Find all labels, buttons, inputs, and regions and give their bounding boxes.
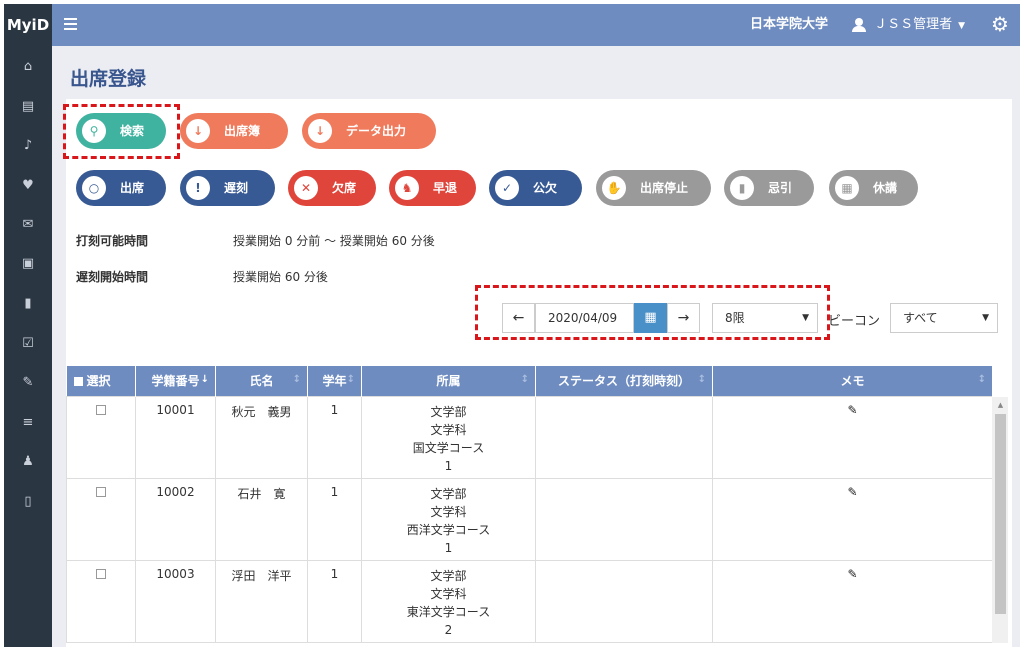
select-all-checkbox[interactable] <box>73 377 83 387</box>
header-affiliation[interactable]: 所属 ↕ <box>361 366 536 396</box>
database-icon[interactable]: ≡ <box>21 416 35 430</box>
cloud-download-icon: ↓ <box>186 119 210 143</box>
header-memo[interactable]: メモ ↕ <box>712 366 993 396</box>
header-year[interactable]: 学年 ↕ <box>307 366 362 396</box>
sidebar: ⌂ ▤ ♪ ♥ ✉ ▣ ▮ ☑ ✎ ≡ ♟ ▯ <box>4 46 52 647</box>
envelope-icon[interactable]: ✉ <box>21 218 35 232</box>
calendar-x-icon: ▦ <box>835 176 859 200</box>
heartbeat-icon[interactable]: ♥ <box>21 179 35 193</box>
student-year: 1 <box>307 559 362 643</box>
pencil-icon[interactable]: ✎ <box>847 404 859 416</box>
student-name: 秋元 義男 <box>215 395 308 479</box>
student-id: 10002 <box>135 477 216 561</box>
header-status[interactable]: ステータス（打刻時刻） ↕ <box>535 366 713 396</box>
mobile-icon[interactable]: ▯ <box>21 495 35 509</box>
stamp-time-label: 打刻可能時間 <box>76 234 149 248</box>
caret-down-icon: ▼ <box>982 313 989 323</box>
scroll-up-icon[interactable]: ▲ <box>995 400 1006 410</box>
user-icon <box>852 17 867 32</box>
highlight-date-period <box>475 285 830 340</box>
attendance-book-button[interactable]: ↓ 出席簿 <box>180 113 288 149</box>
sort-icon: ↕ <box>520 374 529 385</box>
present-button[interactable]: ○ 出席 <box>76 170 166 206</box>
early-leave-button[interactable]: ♞ 早退 <box>389 170 476 206</box>
stamp-time-value: 授業開始 0 分前 ～ 授業開始 60 分後 <box>233 234 435 248</box>
student-year: 1 <box>307 477 362 561</box>
cancelled-button[interactable]: ▦ 休講 <box>829 170 918 206</box>
pencil-icon[interactable]: ✎ <box>21 376 35 390</box>
gear-icon[interactable]: ⚙ <box>990 14 1010 34</box>
student-status <box>535 559 713 643</box>
running-icon: ♞ <box>395 176 419 200</box>
book-icon[interactable]: ▮ <box>21 297 35 311</box>
sort-icon: ↕ <box>977 374 986 385</box>
close-icon: ✕ <box>294 176 318 200</box>
late-button[interactable]: ! 遅刻 <box>180 170 275 206</box>
student-id: 10003 <box>135 559 216 643</box>
tombstone-icon: ▮ <box>730 176 754 200</box>
row-checkbox[interactable] <box>96 404 106 415</box>
page-title: 出席登録 <box>70 68 147 90</box>
student-status <box>535 477 713 561</box>
train-icon[interactable]: ▣ <box>21 257 35 271</box>
highlight-search <box>63 104 180 159</box>
row-checkbox[interactable] <box>96 486 106 497</box>
official-absence-button[interactable]: ✓ 公欠 <box>489 170 582 206</box>
cloud-download-icon: ↓ <box>308 119 332 143</box>
caret-down-icon: ▼ <box>958 21 965 31</box>
late-start-label: 遅刻開始時間 <box>76 270 149 284</box>
attendance-stop-button[interactable]: ✋ 出席停止 <box>596 170 711 206</box>
user-lock-icon[interactable]: ♟ <box>21 455 35 469</box>
header-select[interactable]: 選択 <box>66 366 136 396</box>
sort-icon: ↕ <box>697 374 706 385</box>
app-logo[interactable]: MyiD <box>4 4 52 46</box>
header-student-id[interactable]: 学籍番号 ↓ <box>135 366 216 396</box>
student-affiliation: 文学部 文学科 東洋文学コース 2 <box>361 559 536 643</box>
top-bar: MyiD 日本学院大学 ＪＳＳ管理者 ▼ ⚙ <box>4 4 1020 46</box>
table-row: 10001 秋元 義男 1 文学部 文学科 国文学コース 1 ✎ <box>66 395 993 479</box>
university-name: 日本学院大学 <box>749 17 828 32</box>
check-circle-icon: ✓ <box>495 176 519 200</box>
pencil-icon[interactable]: ✎ <box>847 568 859 580</box>
student-name: 石井 寛 <box>215 477 308 561</box>
data-export-button[interactable]: ↓ データ出力 <box>302 113 436 149</box>
id-card-icon[interactable]: ▤ <box>21 100 35 114</box>
student-affiliation: 文学部 文学科 国文学コース 1 <box>361 395 536 479</box>
student-year: 1 <box>307 395 362 479</box>
pencil-icon[interactable]: ✎ <box>847 486 859 498</box>
absent-button[interactable]: ✕ 欠席 <box>288 170 376 206</box>
scrollbar-thumb[interactable] <box>995 414 1006 614</box>
student-name: 浮田 洋平 <box>215 559 308 643</box>
warning-icon: ! <box>186 176 210 200</box>
sort-icon: ↕ <box>292 374 301 385</box>
beacon-select[interactable]: すべて ▼ <box>890 303 998 333</box>
bereavement-button[interactable]: ▮ 忌引 <box>724 170 814 206</box>
row-checkbox[interactable] <box>96 568 106 579</box>
beacon-label: ビーコン <box>828 314 881 329</box>
table-row: 10003 浮田 洋平 1 文学部 文学科 東洋文学コース 2 ✎ <box>66 559 993 643</box>
student-status <box>535 395 713 479</box>
late-start-value: 授業開始 60 分後 <box>233 270 328 284</box>
header-name[interactable]: 氏名 ↕ <box>215 366 308 396</box>
table-row: 10002 石井 寛 1 文学部 文学科 西洋文学コース 1 ✎ <box>66 477 993 561</box>
user-name: ＪＳＳ管理者 <box>874 17 953 32</box>
student-affiliation: 文学部 文学科 西洋文学コース 1 <box>361 477 536 561</box>
bell-icon[interactable]: ♪ <box>21 139 35 153</box>
circle-icon: ○ <box>82 176 106 200</box>
sort-icon: ↕ <box>346 374 355 385</box>
hamburger-menu-icon[interactable] <box>64 18 77 30</box>
sort-icon: ↓ <box>200 374 209 385</box>
students-table: 選択 学籍番号 ↓ 氏名 ↕ 学年 ↕ 所属 ↕ ステータス（打刻時刻） ↕ メモ ↕ 10… <box>66 366 993 643</box>
hand-icon: ✋ <box>602 176 626 200</box>
student-id: 10001 <box>135 395 216 479</box>
calendar-check-icon[interactable]: ☑ <box>21 337 35 351</box>
user-menu[interactable]: ＪＳＳ管理者 ▼ <box>852 4 965 47</box>
home-icon[interactable]: ⌂ <box>21 60 35 74</box>
